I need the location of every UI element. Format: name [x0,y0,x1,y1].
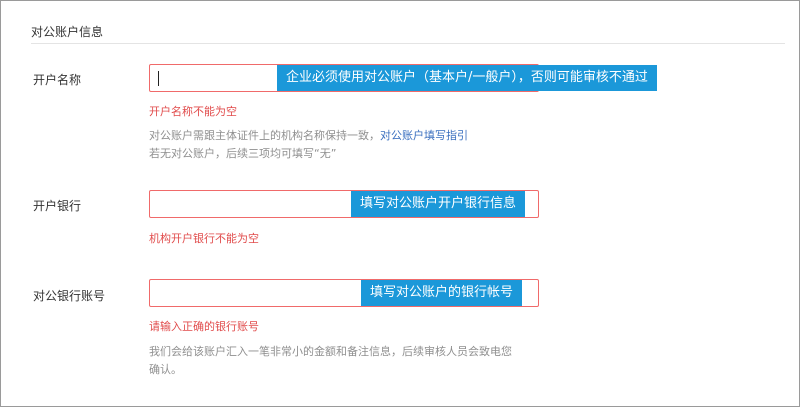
account-number-help: 我们会给该账户汇入一笔非常小的金额和备注信息，后续审核人员会致电您 确认。 [149,343,512,379]
form-panel: 对公账户信息 开户名称 企业必须使用对公账户（基本户/一般户），否则可能审核不通… [0,0,800,407]
text-caret [158,71,159,86]
account-guide-link[interactable]: 对公账户填写指引 [380,129,468,142]
account-name-hint: 企业必须使用对公账户（基本户/一般户），否则可能审核不通过 [277,65,657,91]
account-number-help-line1: 我们会给该账户汇入一笔非常小的金额和备注信息，后续审核人员会致电您 [149,345,512,358]
account-name-help-prefix: 对公账户需跟主体证件上的机构名称保持一致， [149,129,380,142]
account-number-error: 请输入正确的银行账号 [149,320,259,333]
account-number-help-line2: 确认。 [149,363,182,376]
account-name-help: 对公账户需跟主体证件上的机构名称保持一致，对公账户填写指引 若无对公账户，后续三… [149,127,468,163]
bank-hint: 填写对公账户开户银行信息 [351,191,526,217]
bank-label: 开户银行 [33,199,82,213]
account-name-help-line1: 对公账户需跟主体证件上的机构名称保持一致，对公账户填写指引 [149,127,468,145]
account-name-label: 开户名称 [33,73,82,87]
account-name-error: 开户名称不能为空 [149,105,237,118]
account-name-help-line2: 若无对公账户，后续三项均可填写“无” [149,147,337,160]
account-number-hint: 填写对公账户的银行帐号 [361,280,523,306]
section-divider [31,43,785,44]
account-number-label: 对公银行账号 [33,289,106,303]
bank-error: 机构开户银行不能为空 [149,232,259,245]
section-title: 对公账户信息 [31,25,104,39]
